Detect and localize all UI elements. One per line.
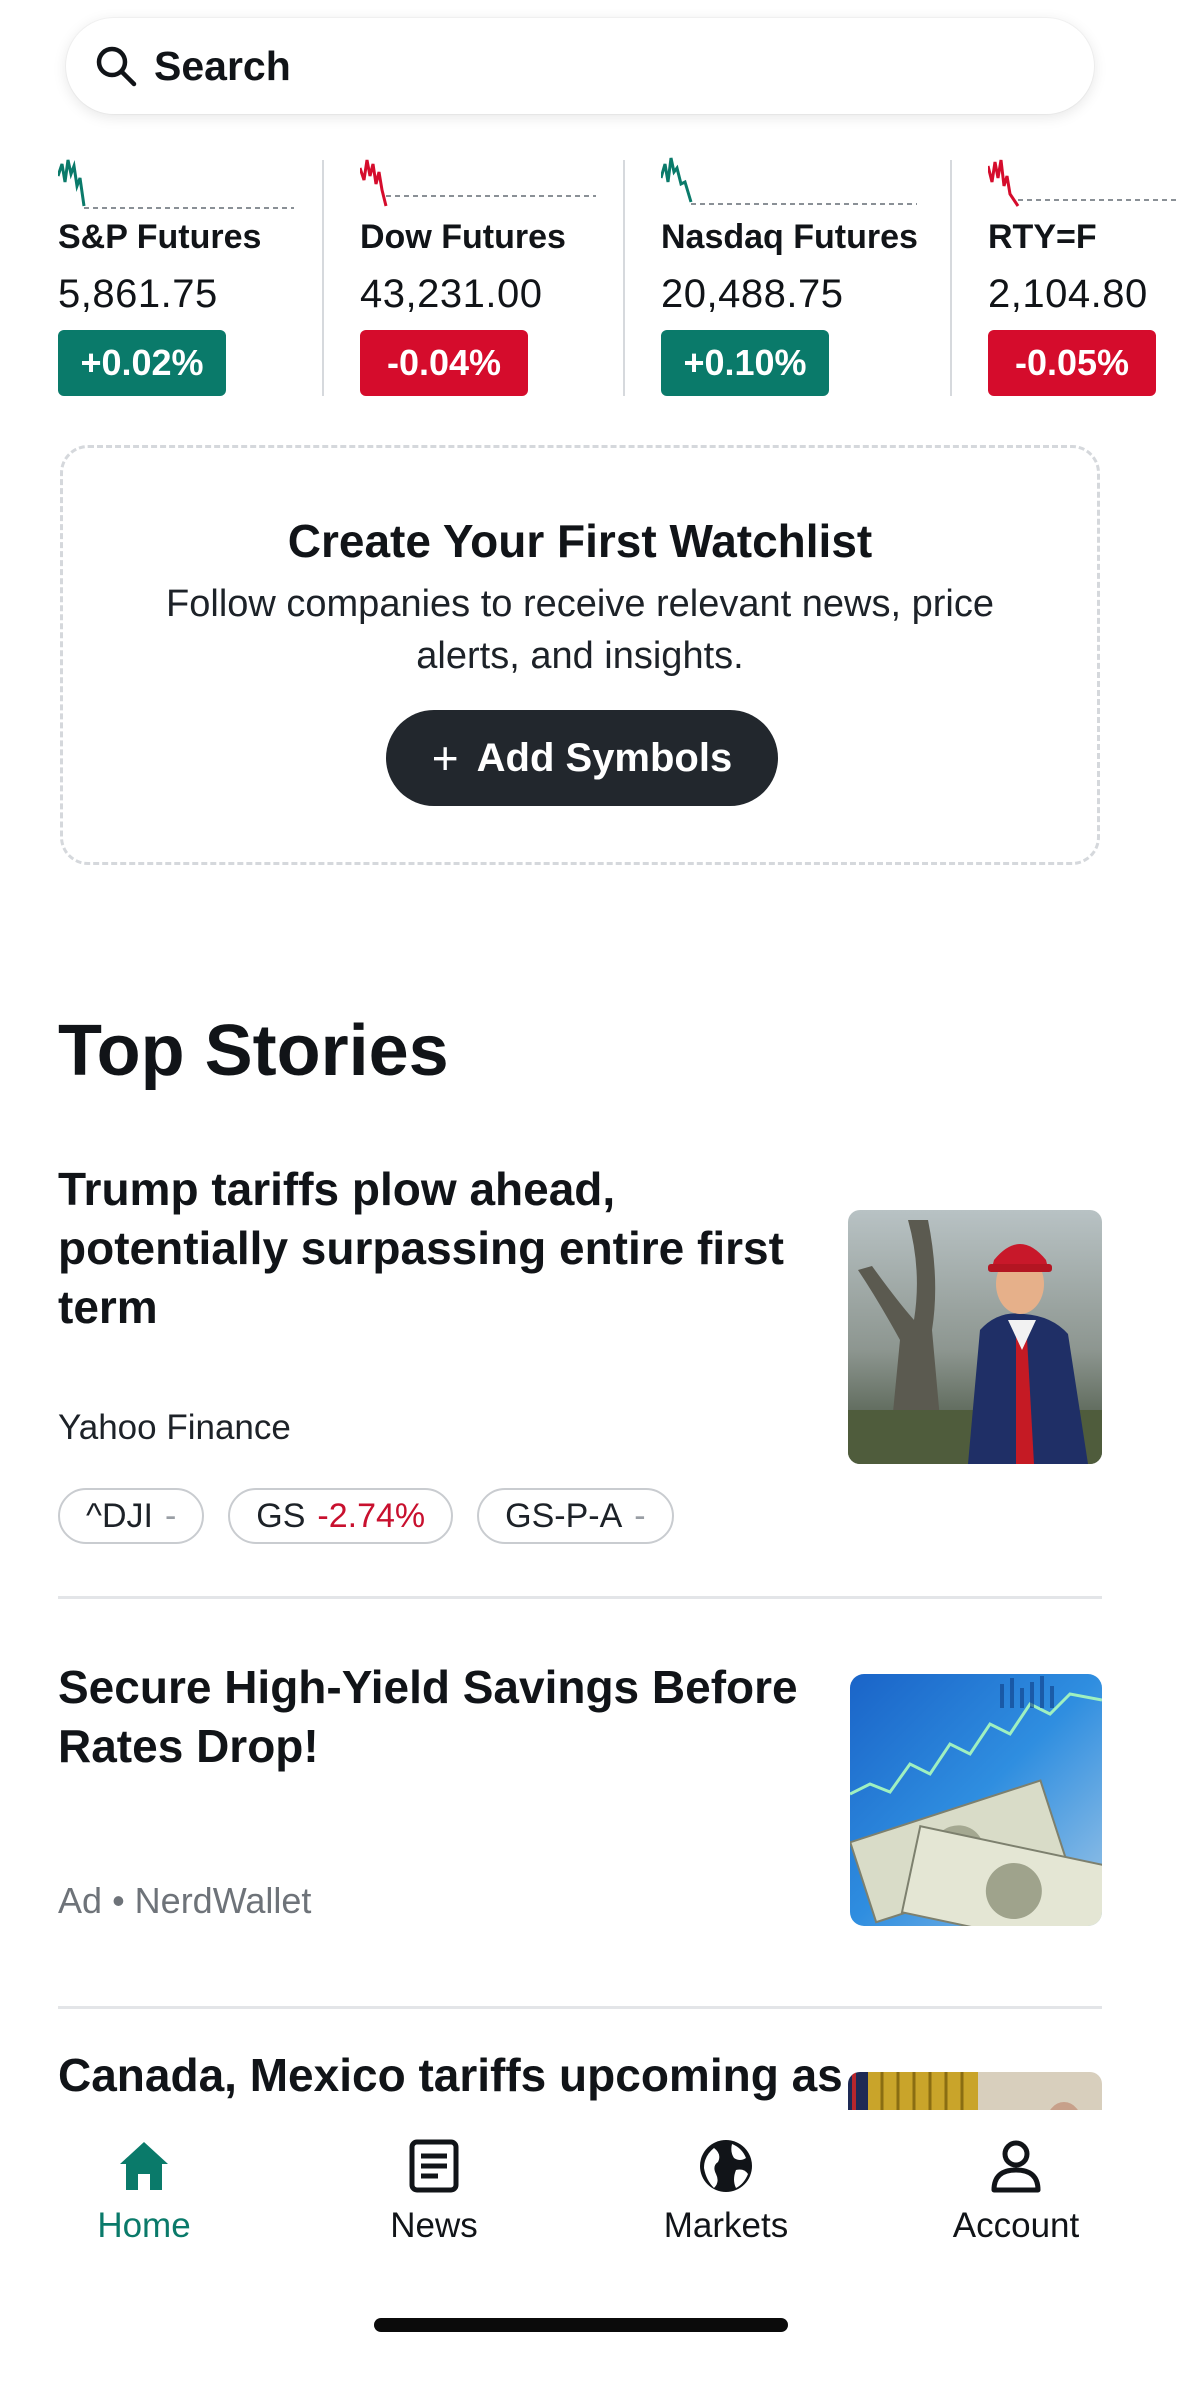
chip-change: - [634, 1496, 646, 1535]
ad-label: Ad [58, 1880, 103, 1921]
sparkline [661, 157, 917, 205]
market-ticker-strip[interactable]: S&P Futures 5,861.75 +0.02% Dow Futures … [0, 150, 1179, 410]
story-card[interactable]: Canada, Mexico tariffs upcoming as Trump… [58, 2046, 1102, 2110]
add-symbols-label: Add Symbols [476, 735, 733, 780]
ticker-price: 5,861.75 [58, 272, 218, 316]
ticker-change-badge: +0.02% [58, 330, 226, 396]
watchlist-description: Follow companies to receive relevant new… [166, 583, 994, 677]
nav-item-home[interactable]: Home [44, 2110, 244, 2250]
search-bar[interactable]: Search [66, 18, 1094, 114]
advertiser-name[interactable]: NerdWallet [135, 1880, 312, 1921]
globe-icon [700, 2140, 752, 2192]
sparkline [360, 159, 596, 207]
home-indicator[interactable] [374, 2318, 788, 2332]
story-headline[interactable]: Secure High-Yield Savings Before Rates D… [58, 1658, 818, 1776]
sponsored-story-card[interactable]: Secure High-Yield Savings Before Rates D… [58, 1658, 1102, 1928]
ticker-rty[interactable]: RTY=F 2,104.80 -0.05% [988, 150, 1179, 400]
ticker-divider [322, 160, 324, 396]
ticker-nasdaq-futures[interactable]: Nasdaq Futures 20,488.75 +0.10% [661, 150, 918, 400]
watchlist-title: Create Your First Watchlist [287, 515, 873, 567]
story-thumbnail[interactable] [850, 1674, 1102, 1926]
add-symbols-button[interactable]: + Add Symbols [386, 710, 778, 806]
nav-label-markets: Markets [663, 2206, 789, 2245]
ticker-divider [950, 160, 952, 396]
symbol-chip[interactable]: GS -2.74% [228, 1488, 454, 1544]
ticker-change-badge: -0.04% [360, 330, 528, 396]
dot-separator: • [112, 1880, 135, 1921]
ticker-change-badge: +0.10% [661, 330, 829, 396]
story-thumbnail[interactable] [848, 2072, 1102, 2110]
account-icon [991, 2140, 1041, 2193]
plus-icon: + [431, 732, 459, 784]
ticker-dow-futures[interactable]: Dow Futures 43,231.00 -0.04% [360, 150, 600, 400]
search-label: Search [154, 42, 291, 89]
nav-label-account: Account [952, 2206, 1080, 2245]
ticker-change-badge: -0.05% [988, 330, 1156, 396]
nav-label-news: News [390, 2206, 478, 2245]
ticker-price: 20,488.75 [661, 272, 844, 316]
chip-change: - [164, 1496, 177, 1535]
ticker-price: 2,104.80 [988, 272, 1148, 316]
story-divider [58, 2006, 1102, 2009]
section-title-top-stories: Top Stories [58, 1011, 449, 1091]
sparkline [58, 159, 294, 209]
ticker-divider [623, 160, 625, 396]
symbol-chip[interactable]: GS-P-A - [477, 1488, 674, 1544]
create-watchlist-card: Create Your First Watchlist Follow compa… [60, 445, 1100, 865]
story-headline[interactable]: Trump tariffs plow ahead, potentially su… [58, 1160, 818, 1337]
nav-item-markets[interactable]: Markets [626, 2110, 826, 2250]
ticker-name: Nasdaq Futures [661, 218, 918, 256]
symbol-chip[interactable]: ^DJI - [58, 1488, 205, 1544]
nav-label-home: Home [97, 2206, 191, 2245]
search-icon [92, 42, 140, 90]
story-thumbnail[interactable] [848, 1210, 1102, 1464]
ticker-name: RTY=F [988, 218, 1097, 256]
ticker-sp-futures[interactable]: S&P Futures 5,861.75 +0.02% [58, 150, 298, 400]
chip-symbol: GS-P-A [505, 1496, 623, 1535]
story-divider [58, 1596, 1102, 1599]
sparkline [988, 159, 1179, 207]
nav-item-news[interactable]: News [334, 2110, 534, 2250]
ticker-name: S&P Futures [58, 218, 262, 256]
story-symbol-chips: ^DJI - GS -2.74% GS-P-A - [58, 1488, 674, 1544]
home-icon [120, 2142, 168, 2190]
story-source: Yahoo Finance [58, 1408, 291, 1447]
ticker-price: 43,231.00 [360, 272, 543, 316]
ad-meta: Ad • NerdWallet [58, 1880, 311, 1922]
nav-item-account[interactable]: Account [916, 2110, 1116, 2250]
story-card[interactable]: Trump tariffs plow ahead, potentially su… [58, 1160, 1102, 1544]
bottom-nav: Home News Markets Account [0, 2110, 1179, 2396]
ticker-name: Dow Futures [360, 218, 566, 256]
news-icon [409, 2139, 459, 2193]
story-headline[interactable]: Canada, Mexico tariffs upcoming as Trump… [58, 2046, 848, 2110]
chip-change: -2.74% [317, 1496, 426, 1535]
chip-symbol: ^DJI [86, 1496, 153, 1535]
chip-symbol: GS [256, 1496, 306, 1535]
